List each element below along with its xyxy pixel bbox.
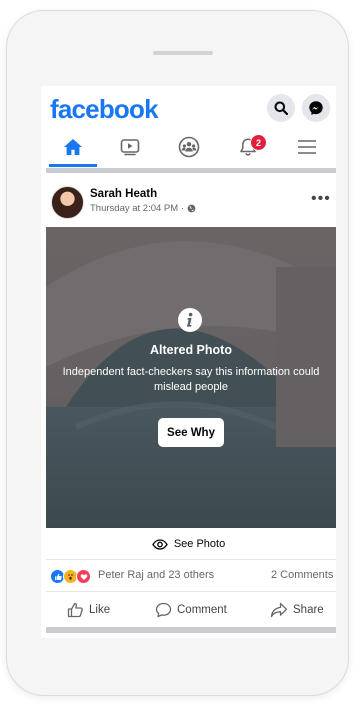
tab-watch[interactable] [100,126,159,168]
see-why-button[interactable]: See Why [158,418,224,447]
divider [46,559,336,560]
tab-notifications[interactable] [218,126,277,168]
comment-label: Comment [177,604,227,616]
post-meta: Thursday at 2:04 PM · [90,203,196,214]
tab-menu[interactable] [277,126,336,168]
active-tab-indicator [49,164,97,167]
video-icon [120,139,139,156]
divider [46,591,336,592]
see-photo-label: See Photo [173,538,226,550]
love-reaction-icon [76,569,91,584]
search-button[interactable] [267,94,295,122]
home-icon [63,139,82,155]
comment-button[interactable]: Comment [155,600,227,620]
groups-icon [178,136,199,158]
reaction-icons[interactable] [50,569,91,584]
share-button[interactable]: Share [270,600,324,620]
tab-home[interactable] [43,126,102,168]
comments-count[interactable]: 2 Comments [271,569,333,581]
notification-badge: 2 [250,134,267,151]
see-photo-button[interactable]: See Photo [41,534,336,554]
phone-frame: facebook 2 Sarah Heath Thursday at 2:04 … [6,10,349,696]
section-separator [46,168,336,173]
more-options-button[interactable]: ••• [311,190,331,208]
like-button[interactable]: Like [67,600,110,620]
globe-icon [187,204,196,213]
app-screen: facebook 2 Sarah Heath Thursday at 2:04 … [41,86,336,638]
search-icon [274,101,288,115]
thumbs-up-icon [67,602,83,618]
hamburger-menu-icon [297,140,316,154]
post-author[interactable]: Sarah Heath [90,188,157,200]
info-icon [178,308,202,332]
phone-speaker [153,51,213,55]
avatar[interactable] [51,186,84,219]
warning-description: Independent fact-checkers say this infor… [62,366,320,393]
like-label: Like [89,604,111,616]
messenger-button[interactable] [302,94,330,122]
share-label: Share [293,604,324,616]
eye-icon [152,538,168,550]
reactions-summary[interactable]: Peter Raj and 23 others [98,569,214,581]
altered-photo: Altered Photo Independent fact-checkers … [46,227,336,528]
section-separator [46,627,336,633]
facebook-logo: facebook [50,94,159,124]
comment-icon [155,602,172,618]
post-time[interactable]: Thursday at 2:04 PM · [90,203,184,214]
messenger-icon [309,101,323,115]
tab-groups[interactable] [159,126,218,168]
tab-bar: 2 [41,126,336,168]
share-arrow-icon [270,602,288,618]
warning-title: Altered Photo [150,343,232,357]
